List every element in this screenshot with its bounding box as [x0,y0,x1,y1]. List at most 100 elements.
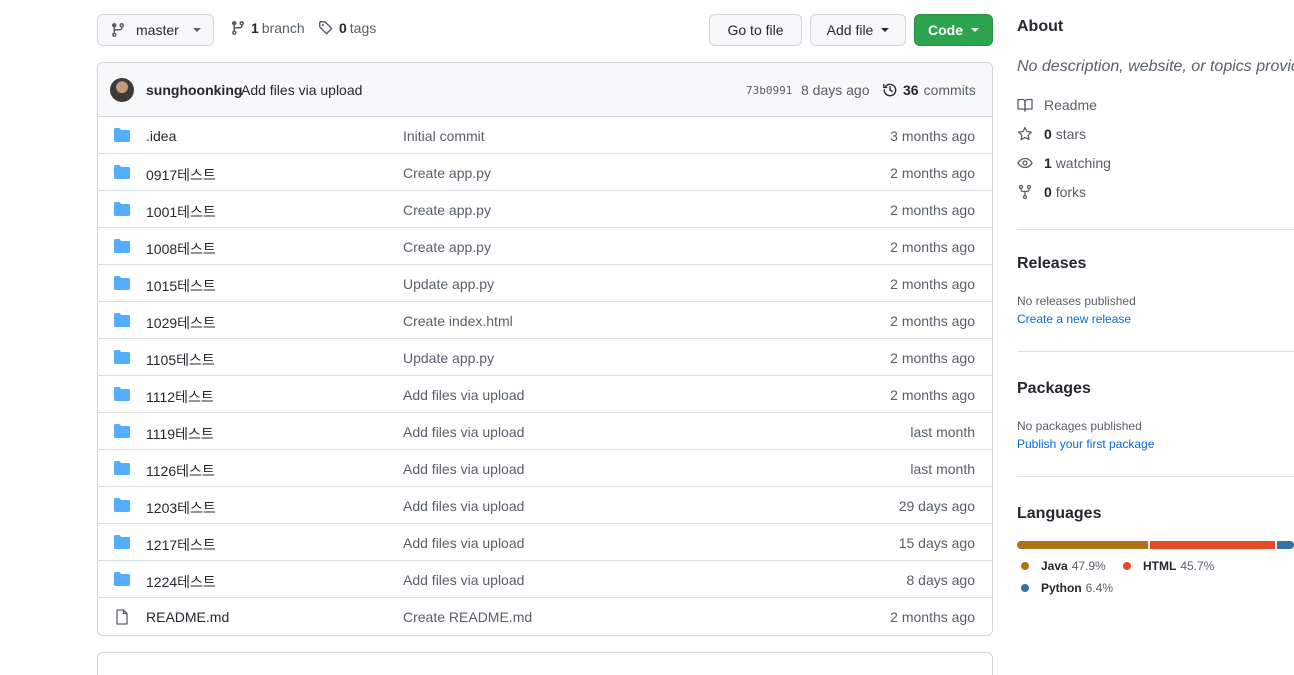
tag-icon [319,21,333,35]
file-row: 1203테스트 Add files via upload 29 days ago [98,487,992,524]
file-name-link[interactable]: 1217테스트 [146,535,216,555]
file-name-link[interactable]: 1119테스트 [146,424,214,444]
folder-icon [114,498,130,512]
file-commit-message-link[interactable]: Add files via upload [403,424,524,440]
file-row: 1224테스트 Add files via upload 8 days ago [98,561,992,598]
chevron-down-icon [881,28,890,32]
languages-bar [1017,541,1294,549]
file-row: README.md Create README.md 2 months ago [98,598,992,635]
commits-link[interactable]: 36 commits [882,82,976,98]
eye-icon [1017,157,1033,169]
readme-link[interactable]: Readme [1017,97,1097,113]
language-color-dot [1021,584,1029,592]
file-commit-message-link[interactable]: Create app.py [403,202,491,218]
file-name-link[interactable]: 1126테스트 [146,461,215,481]
file-commit-message-link[interactable]: Add files via upload [403,572,524,588]
file-commit-message-link[interactable]: Add files via upload [403,387,524,403]
publish-package-link[interactable]: Publish your first package [1017,437,1154,451]
file-name-link[interactable]: 1105테스트 [146,350,215,370]
commit-age: 8 days ago [801,82,870,98]
readme-label: Readme [1044,97,1097,113]
file-icon [114,609,130,625]
language-bar-segment [1276,541,1294,549]
chevron-down-icon [971,28,979,32]
code-button[interactable]: Code [914,14,993,46]
file-name-link[interactable]: 1008테스트 [146,239,216,259]
language-item[interactable]: Java 47.9% [1021,559,1106,573]
file-name-link[interactable]: 0917테스트 [146,165,216,185]
file-commit-message-link[interactable]: Create app.py [403,239,491,255]
stars-link[interactable]: 0 stars [1017,126,1086,142]
folder-icon [114,387,130,401]
file-commit-age: 29 days ago [898,498,975,514]
file-commit-message-link[interactable]: Create README.md [403,609,532,625]
file-commit-message-link[interactable]: Create app.py [403,165,491,181]
file-name-link[interactable]: 1112테스트 [146,387,214,407]
readme-panel [97,652,993,675]
file-commit-age: 2 months ago [890,239,975,255]
language-bar-segment [1017,541,1148,549]
file-name-link[interactable]: 1029테스트 [146,313,216,333]
about-heading: About [1017,18,1064,35]
branch-count: 1 [251,20,259,36]
file-commit-age: 2 months ago [890,609,975,625]
git-branch-icon [112,22,124,38]
file-commit-message-link[interactable]: Update app.py [403,350,494,366]
divider [1017,351,1294,352]
file-commit-message-link[interactable]: Update app.py [403,276,494,292]
folder-icon [114,313,130,327]
commit-sha-link[interactable]: 73b0991 [746,84,792,97]
tags-link[interactable]: 0 tags [318,20,376,36]
language-item[interactable]: HTML 45.7% [1123,559,1214,573]
packages-empty-text: No packages published [1017,419,1142,433]
language-bar-segment [1149,541,1275,549]
chevron-down-icon [192,28,201,32]
file-name-link[interactable]: README.md [146,609,229,625]
file-commit-age: 2 months ago [890,276,975,292]
file-name-link[interactable]: 1224테스트 [146,572,216,592]
commit-message-link[interactable]: Add files via upload [241,82,362,98]
language-percent: 47.9% [1071,559,1106,573]
file-row: 0917테스트 Create app.py 2 months ago [98,154,992,191]
file-name-link[interactable]: 1015테스트 [146,276,216,296]
forks-count: 0 [1044,184,1052,200]
forks-link[interactable]: 0 forks [1017,184,1086,200]
add-file-button[interactable]: Add file [810,14,906,46]
file-commit-message-link[interactable]: Add files via upload [403,498,524,514]
file-name-link[interactable]: 1203테스트 [146,498,216,518]
releases-heading[interactable]: Releases [1017,255,1086,273]
git-branch-icon [232,20,244,36]
branch-select-button[interactable]: master [97,14,214,46]
file-table: sunghoonking Add files via upload 73b099… [97,62,993,636]
language-item[interactable]: Python 6.4% [1021,581,1113,595]
releases-empty-text: No releases published [1017,294,1136,308]
tag-word: tags [349,20,377,36]
watchers-link[interactable]: 1 watching [1017,155,1111,171]
go-to-file-button[interactable]: Go to file [709,14,802,46]
file-commit-message-link[interactable]: Create index.html [403,313,513,329]
file-commit-message-link[interactable]: Add files via upload [403,535,524,551]
file-commit-age: 2 months ago [890,313,975,329]
file-commit-message-link[interactable]: Initial commit [403,128,485,144]
commit-author-link[interactable]: sunghoonking [146,82,242,98]
commits-count: 36 [903,82,919,98]
language-percent: 45.7% [1180,559,1215,573]
divider [1017,229,1294,230]
folder-icon [114,276,130,290]
branches-link[interactable]: 1 branch [230,20,305,36]
language-percent: 6.4% [1085,581,1114,595]
file-row: 1015테스트 Update app.py 2 months ago [98,265,992,302]
folder-icon [114,350,130,364]
language-name: HTML [1143,559,1177,573]
file-list: .idea Initial commit 3 months ago 0917테스트 Cr… [98,117,992,635]
file-row: 1029테스트 Create index.html 2 months ago [98,302,992,339]
avatar[interactable] [110,78,134,102]
folder-icon [114,461,130,475]
watching-count: 1 [1044,155,1052,171]
file-name-link[interactable]: 1001테스트 [146,202,216,222]
file-commit-message-link[interactable]: Add files via upload [403,461,524,477]
language-color-dot [1021,562,1029,570]
packages-heading[interactable]: Packages [1017,380,1091,398]
create-release-link[interactable]: Create a new release [1017,312,1131,326]
file-name-link[interactable]: .idea [146,128,176,144]
